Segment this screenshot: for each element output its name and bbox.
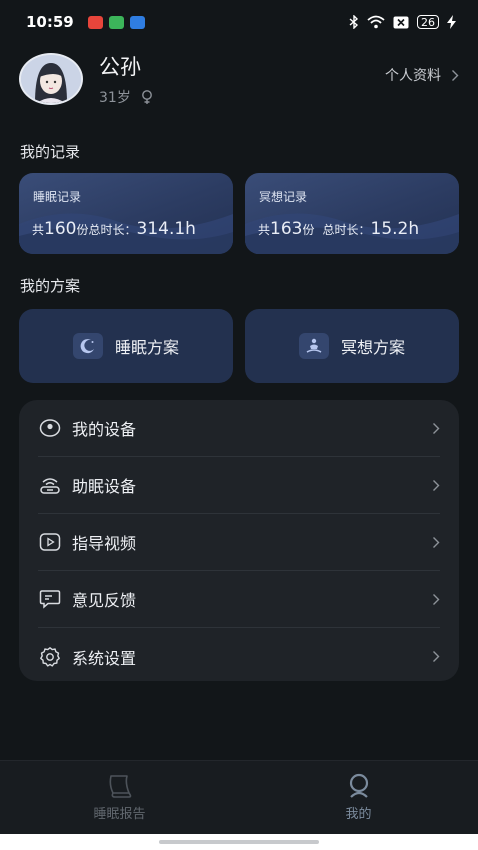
meditation-record-stats: 共 163 份 总时长： 15.2h xyxy=(258,219,419,239)
bluetooth-icon xyxy=(349,15,359,29)
meditation-plan-label: 冥想方案 xyxy=(340,338,405,357)
sleep-duration-label: 总时长： xyxy=(88,223,137,237)
sleep-duration: 314.1h xyxy=(136,219,196,239)
profile-header: 公孙 31岁 个人资料 xyxy=(19,51,459,107)
gear-icon xyxy=(38,645,62,669)
status-bar: 10:59 26 xyxy=(0,0,478,44)
sleep-plan-label: 睡眠方案 xyxy=(114,338,179,357)
tab-mine[interactable]: 我的 xyxy=(239,761,478,834)
battery-indicator: 26 xyxy=(417,15,439,29)
chevron-right-icon xyxy=(433,479,440,491)
meditation-plan-button[interactable]: 冥想方案 xyxy=(245,309,459,383)
sleep-record-stats: 共 160 份 总时长： 314.1h xyxy=(32,219,196,239)
sleep-count-unit: 份 xyxy=(76,223,89,237)
meditation-duration: 15.2h xyxy=(370,219,420,239)
meditation-record-card[interactable]: 冥想记录 共 163 份 总时长： 15.2h xyxy=(245,173,459,254)
charging-icon xyxy=(447,15,456,29)
bottom-tab-bar: 睡眠报告 我的 xyxy=(0,760,478,834)
menu-item-sleep-device[interactable]: 助眠设备 xyxy=(38,457,440,514)
sim-off-icon xyxy=(393,16,409,28)
menu-item-label: 我的设备 xyxy=(72,420,137,439)
device-icon xyxy=(38,416,62,440)
meditation-count: 163 xyxy=(270,219,303,239)
records-section-title: 我的记录 xyxy=(20,143,81,161)
notification-app-icon xyxy=(108,15,124,29)
sleep-plan-button[interactable]: 睡眠方案 xyxy=(19,309,233,383)
tab-label: 我的 xyxy=(345,807,372,822)
menu-item-feedback[interactable]: 意见反馈 xyxy=(38,571,440,628)
status-right: 26 xyxy=(349,15,456,29)
meditation-record-title: 冥想记录 xyxy=(259,190,308,204)
chevron-right-icon xyxy=(433,593,440,605)
status-time: 10:59 xyxy=(26,13,74,31)
avatar[interactable] xyxy=(19,53,83,105)
tab-sleep-report[interactable]: 睡眠报告 xyxy=(0,761,239,834)
meditation-duration-label: 总时长： xyxy=(322,223,371,237)
sleep-count: 160 xyxy=(44,219,77,239)
profile-info: 公孙 31岁 xyxy=(99,51,153,107)
profile-age: 31岁 xyxy=(99,90,131,106)
feedback-icon xyxy=(38,587,62,611)
home-indicator[interactable] xyxy=(159,840,319,844)
menu-item-label: 意见反馈 xyxy=(72,591,137,610)
profile-detail-link[interactable]: 个人资料 xyxy=(385,65,459,85)
chevron-right-icon xyxy=(452,69,459,81)
tab-label: 睡眠报告 xyxy=(93,807,146,822)
moon-icon xyxy=(72,333,103,359)
profile-link-label: 个人资料 xyxy=(385,68,441,84)
menu-item-label: 助眠设备 xyxy=(72,477,137,496)
menu-item-label: 指导视频 xyxy=(72,534,137,553)
sleep-device-icon xyxy=(38,473,62,497)
profile-meta: 31岁 xyxy=(99,87,153,107)
profile-tab-icon xyxy=(349,773,368,798)
report-icon xyxy=(109,775,131,798)
female-icon xyxy=(141,90,152,104)
chevron-right-icon xyxy=(433,651,440,662)
sleep-record-card[interactable]: 睡眠记录 共 160 份 总时长： 314.1h xyxy=(19,173,233,254)
menu-item-my-device[interactable]: 我的设备 xyxy=(38,400,440,457)
plans-section-title: 我的方案 xyxy=(20,277,81,295)
menu-item-guide-video[interactable]: 指导视频 xyxy=(38,514,440,571)
video-icon xyxy=(38,530,62,554)
menu-item-settings[interactable]: 系统设置 xyxy=(38,628,440,685)
chevron-right-icon xyxy=(433,536,440,548)
meditation-count-unit: 份 xyxy=(302,223,315,237)
notification-app-icon xyxy=(87,15,103,29)
sleep-count-prefix: 共 xyxy=(32,223,45,237)
notification-app-icon xyxy=(129,15,145,29)
sleep-record-title: 睡眠记录 xyxy=(33,190,82,204)
status-app-icons xyxy=(87,15,145,29)
settings-menu: 我的设备 助眠设备 指导视频 意见反馈 系统设置 xyxy=(19,400,459,681)
wifi-icon xyxy=(367,15,385,29)
meditation-count-prefix: 共 xyxy=(258,223,271,237)
profile-name: 公孙 xyxy=(99,55,141,79)
chevron-right-icon xyxy=(433,422,440,434)
meditation-icon xyxy=(298,333,329,359)
avatar-illustration xyxy=(21,55,81,103)
menu-item-label: 系统设置 xyxy=(72,648,137,668)
